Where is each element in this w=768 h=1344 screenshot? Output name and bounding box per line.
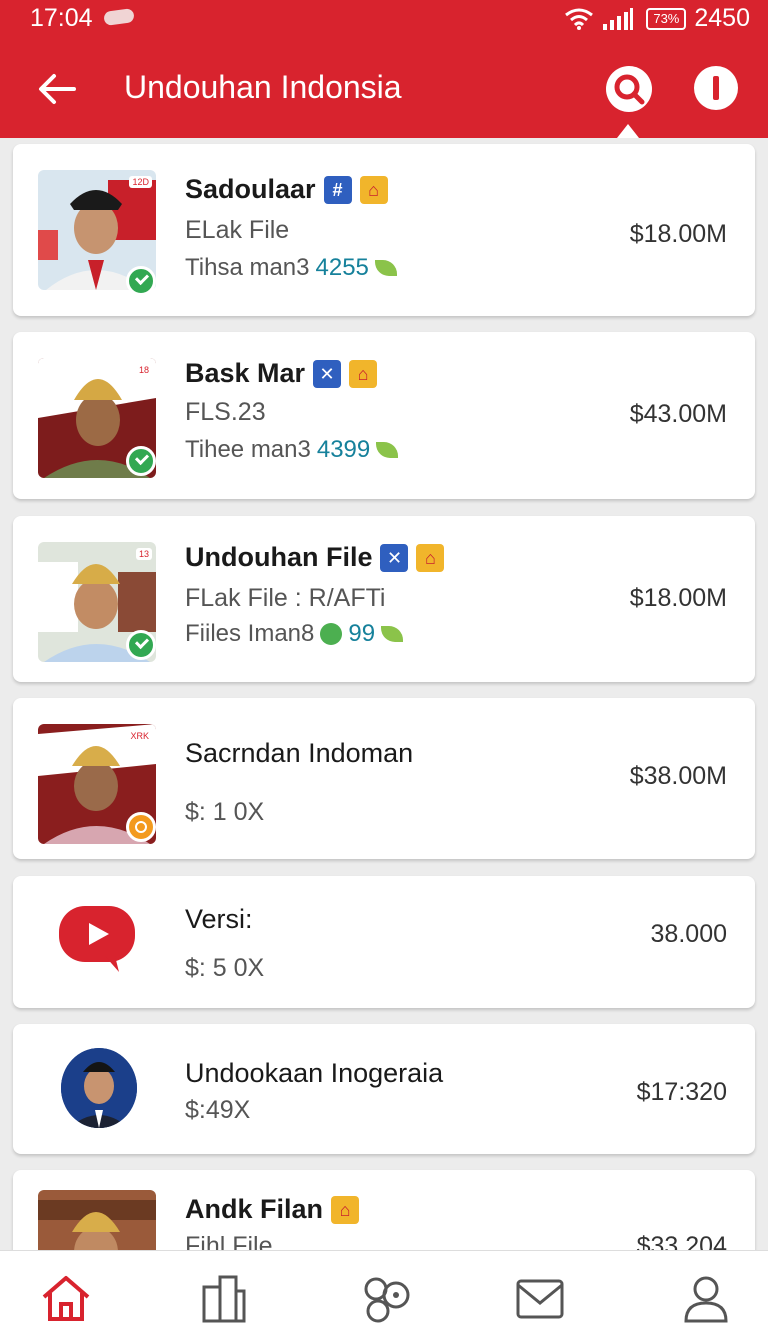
status-icons: 73% 2450 xyxy=(564,4,750,33)
item-price: $18.00M xyxy=(629,584,727,612)
bottom-navigation xyxy=(0,1250,768,1344)
item-subtitle: $: 5 0X xyxy=(185,954,265,982)
item-title: Undouhan File xyxy=(185,542,373,572)
list-item[interactable]: XRK Sacrndan Indoman $: 1 0X $38.00M xyxy=(13,698,755,859)
leaf-icon xyxy=(381,626,404,642)
item-meta: Tihsa man3 4255 xyxy=(185,254,397,282)
signal-icon xyxy=(603,7,634,30)
list-item[interactable]: Versi: $: 5 0X 38.000 xyxy=(13,876,755,1008)
item-title: Sadoulaar xyxy=(185,174,316,204)
list-item[interactable]: 18 Bask Mar ✕ ⌂ FLS.23 Tihee man3 4399 $… xyxy=(13,332,755,499)
leaf-icon xyxy=(376,442,399,458)
avatar xyxy=(61,1048,137,1128)
status-time: 17:04 xyxy=(30,4,93,32)
list-item[interactable]: 12D Sadoulaar # ⌂ ELak File Tihsa man3 4… xyxy=(13,144,755,316)
item-subtitle: FLS.23 xyxy=(185,398,266,426)
item-name: Bask Mar ✕ ⌂ xyxy=(185,358,378,389)
item-price: $33.204 xyxy=(636,1232,727,1250)
groups-icon xyxy=(364,1277,410,1323)
blue-badge-icon: # xyxy=(323,175,352,204)
pending-icon xyxy=(126,812,156,842)
item-subtitle: $:49X xyxy=(185,1096,251,1124)
verified-check-icon xyxy=(126,630,156,660)
item-tag: 13 xyxy=(135,548,152,560)
info-button[interactable] xyxy=(694,66,738,110)
item-meta-text: Tihsa man3 xyxy=(185,254,310,281)
item-title: Versi: xyxy=(185,904,253,934)
app-bar: Undouhan Indonsia xyxy=(0,36,768,138)
video-icon xyxy=(57,906,137,982)
search-icon xyxy=(614,74,645,105)
download-list: 12D Sadoulaar # ⌂ ELak File Tihsa man3 4… xyxy=(0,138,768,1250)
item-price: $18.00M xyxy=(629,220,727,248)
back-arrow-icon[interactable] xyxy=(34,66,80,112)
list-item[interactable]: Undookaan Inogeraia $:49X $17:320 xyxy=(13,1024,755,1154)
item-tag: 12D xyxy=(129,176,152,188)
item-meta-text: Fiiles Iman8 xyxy=(185,620,315,647)
wifi-icon xyxy=(565,8,594,30)
item-title: Bask Mar xyxy=(185,358,306,388)
status-bar: 17:04 73% 2450 xyxy=(0,0,768,36)
item-meta-number: 4399 xyxy=(316,436,371,463)
nav-library[interactable] xyxy=(198,1273,250,1325)
home-icon xyxy=(42,1276,90,1321)
mail-icon xyxy=(516,1279,564,1319)
search-button[interactable] xyxy=(606,66,652,112)
item-name: Sadoulaar # ⌂ xyxy=(185,174,388,205)
item-meta: Fiiles Iman8 99 xyxy=(185,620,404,648)
blue-badge-icon: ✕ xyxy=(313,359,342,388)
item-meta-text: Tihee man3 xyxy=(185,436,311,463)
item-price: 38.000 xyxy=(650,920,727,948)
profile-icon xyxy=(684,1276,728,1323)
item-meta-number: 4255 xyxy=(315,254,369,281)
item-meta: Tihee man3 4399 xyxy=(185,436,399,464)
item-title: Undookaan Inogeraia xyxy=(185,1058,444,1088)
item-tag: XRK xyxy=(127,730,152,742)
item-subtitle: Fihl File xyxy=(185,1232,273,1250)
item-thumbnail xyxy=(38,1190,156,1250)
verified-check-icon xyxy=(126,266,156,296)
item-name: Andk Filan ⌂ xyxy=(185,1194,360,1225)
item-price: $43.00M xyxy=(629,400,727,428)
item-title: Andk Filan xyxy=(185,1194,324,1224)
list-item[interactable]: 13 Undouhan File ✕ ⌂ FLak File : R/AFTi … xyxy=(13,516,755,682)
item-title: Sacrndan Indoman xyxy=(185,738,414,768)
gold-badge-icon: ⌂ xyxy=(331,1195,360,1224)
blue-badge-icon: ✕ xyxy=(380,543,409,572)
item-name: Undouhan File ✕ ⌂ xyxy=(185,542,445,573)
verified-check-icon xyxy=(126,446,156,476)
nav-groups[interactable] xyxy=(360,1273,412,1325)
item-subtitle: FLak File : R/AFTi xyxy=(185,584,386,612)
search-caret xyxy=(617,124,639,138)
item-name: Undookaan Inogeraia xyxy=(185,1058,443,1089)
item-subtitle: $: 1 0X xyxy=(185,798,265,826)
notification-icon xyxy=(103,7,135,27)
nav-profile[interactable] xyxy=(680,1273,732,1325)
battery-icon: 73% xyxy=(646,7,687,30)
item-meta-number: 99 xyxy=(348,620,376,647)
item-name: Sacrndan Indoman xyxy=(185,738,413,769)
list-item[interactable]: Andk Filan ⌂ Fihl File $33.204 xyxy=(13,1170,755,1250)
gold-badge-icon: ⌂ xyxy=(359,175,388,204)
item-price: $38.00M xyxy=(629,762,727,790)
item-subtitle: ELak File xyxy=(185,216,290,244)
item-price: $17:320 xyxy=(636,1078,727,1106)
item-tag: 18 xyxy=(135,364,152,376)
leaf-icon xyxy=(374,260,397,276)
item-name: Versi: xyxy=(185,904,253,935)
globe-icon xyxy=(320,623,343,645)
nav-home[interactable] xyxy=(40,1273,92,1325)
status-right-text: 2450 xyxy=(694,4,750,32)
gold-badge-icon: ⌂ xyxy=(416,543,445,572)
nav-mail[interactable] xyxy=(514,1273,566,1325)
library-icon xyxy=(202,1275,246,1323)
page-title: Undouhan Indonsia xyxy=(124,69,402,105)
gold-badge-icon: ⌂ xyxy=(349,359,378,388)
